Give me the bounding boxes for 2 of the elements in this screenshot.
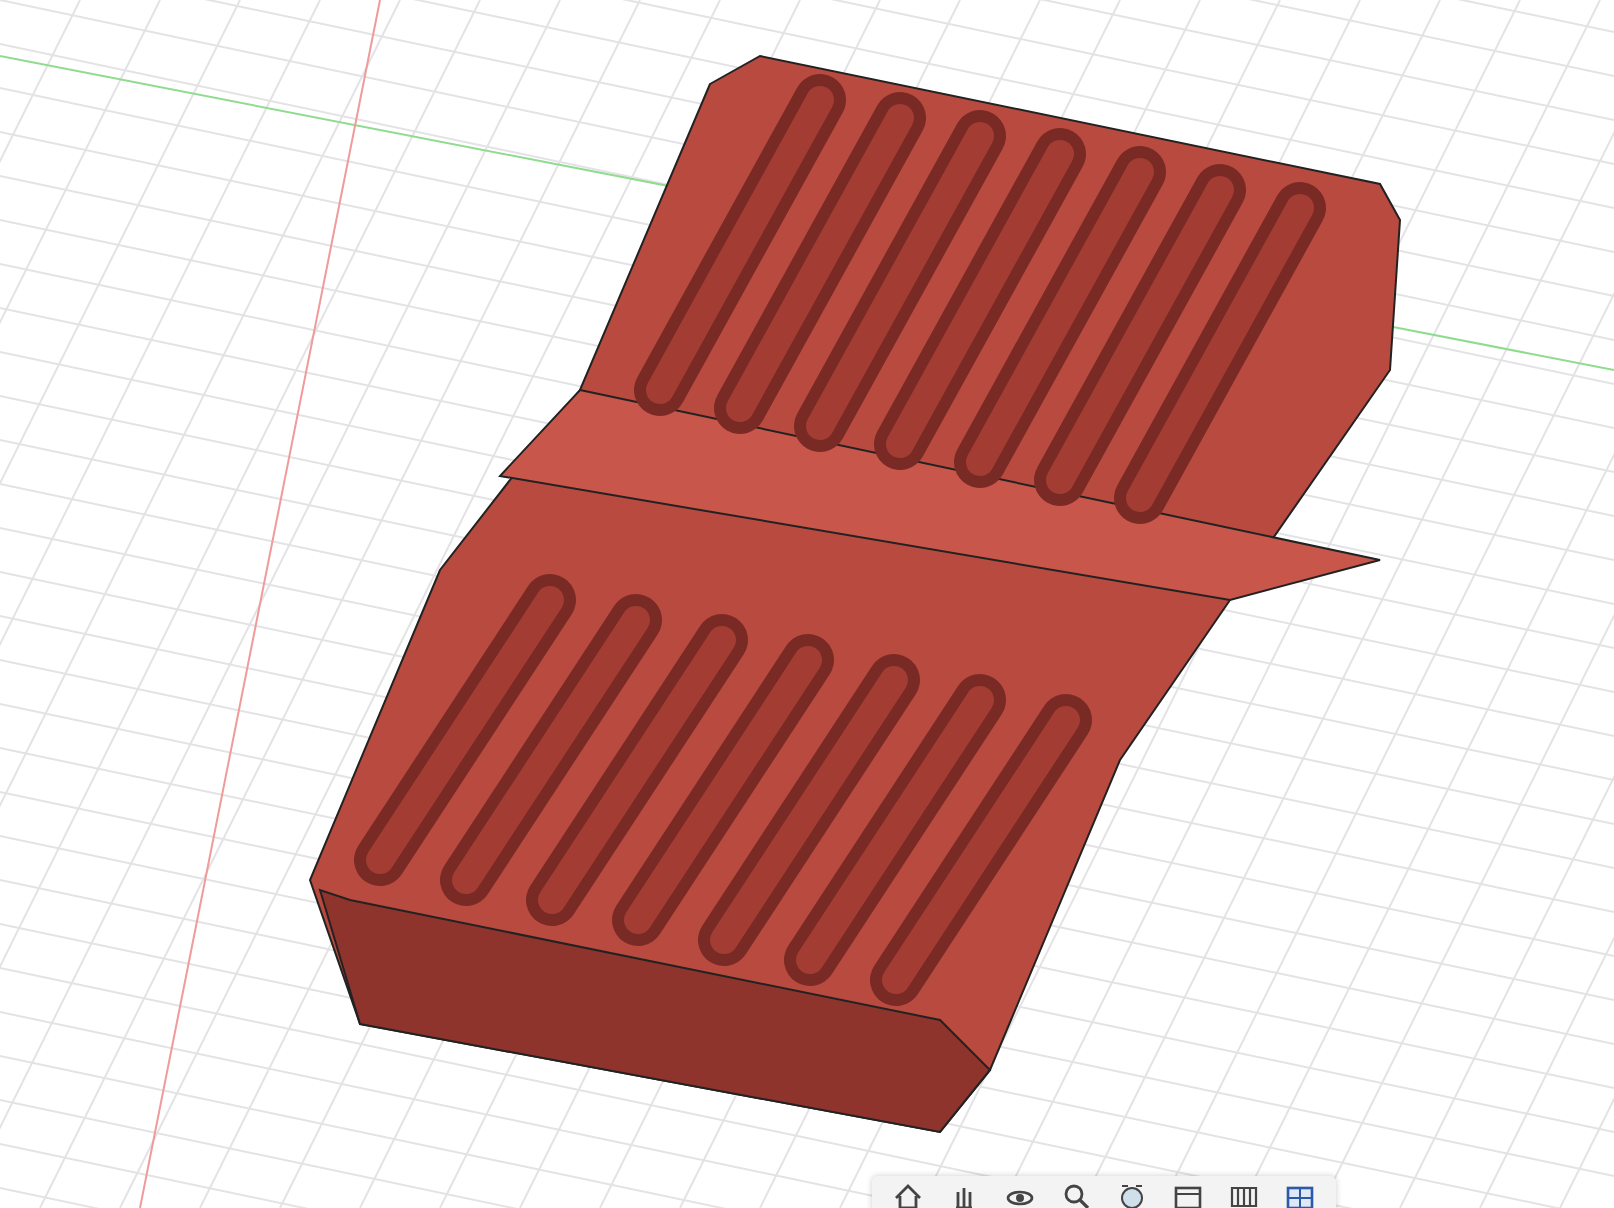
zoom-icon[interactable]	[1060, 1180, 1092, 1208]
home-icon[interactable]	[892, 1180, 924, 1208]
